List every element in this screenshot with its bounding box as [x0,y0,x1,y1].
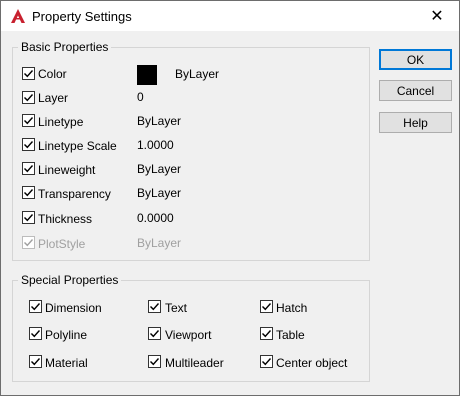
cancel-button-label: Cancel [396,83,435,98]
dimension-checkbox[interactable] [29,300,42,313]
linetype-label: Linetype [38,115,84,129]
checkmark-icon [150,303,160,311]
checkmark-icon [24,214,34,222]
color-checkbox[interactable] [22,67,35,80]
dimension-label: Dimension [45,301,102,315]
help-button-label: Help [403,115,428,130]
special-properties-label: Special Properties [18,273,122,287]
viewport-checkbox[interactable] [148,327,161,340]
thickness-value: 0.0000 [137,211,174,225]
viewport-label: Viewport [165,328,212,342]
center-object-label: Center object [276,356,348,370]
close-button[interactable]: ✕ [415,1,459,31]
hatch-checkbox[interactable] [260,300,273,313]
material-label: Material [45,356,88,370]
color-label: Color [38,67,67,81]
polyline-checkbox[interactable] [29,327,42,340]
linetype-scale-label: Linetype Scale [38,139,117,153]
lineweight-value: ByLayer [137,162,182,176]
checkmark-icon [150,330,160,338]
help-button[interactable]: Help [379,112,452,133]
checkmark-icon [24,141,34,149]
hatch-label: Hatch [276,301,308,315]
checkmark-icon [24,94,34,102]
color-value: ByLayer [175,67,220,81]
material-checkbox[interactable] [29,355,42,368]
checkmark-icon [31,358,41,366]
multileader-label: Multileader [165,356,224,370]
checkmark-icon [24,70,34,78]
layer-value: 0 [137,90,144,104]
color-swatch [137,65,157,85]
cancel-button[interactable]: Cancel [379,80,452,101]
text-checkbox[interactable] [148,300,161,313]
close-icon: ✕ [430,8,444,25]
polyline-label: Polyline [45,328,88,342]
title-bar: Property Settings ✕ [1,1,459,31]
transparency-label: Transparency [38,187,111,201]
transparency-checkbox[interactable] [22,186,35,199]
layer-checkbox[interactable] [22,91,35,104]
multileader-checkbox[interactable] [148,355,161,368]
text-label: Text [165,301,188,315]
thickness-checkbox[interactable] [22,211,35,224]
center-object-checkbox[interactable] [260,355,273,368]
checkmark-icon [262,303,272,311]
thickness-label: Thickness [38,212,93,226]
checkmark-icon [24,239,34,247]
linetype-scale-checkbox[interactable] [22,138,35,151]
ok-button[interactable]: OK [379,49,452,70]
checkmark-icon [262,358,272,366]
transparency-value: ByLayer [137,186,182,200]
table-checkbox[interactable] [260,327,273,340]
linetype-scale-value: 1.0000 [137,138,174,152]
basic-properties-label: Basic Properties [18,40,112,54]
lineweight-checkbox[interactable] [22,162,35,175]
plotstyle-value: ByLayer [137,236,182,250]
checkmark-icon [31,303,41,311]
linetype-value: ByLayer [137,114,182,128]
checkmark-icon [24,165,34,173]
checkmark-icon [150,358,160,366]
ok-button-label: OK [406,52,425,67]
checkmark-icon [31,330,41,338]
checkmark-icon [262,330,272,338]
lineweight-label: Lineweight [38,163,96,177]
plotstyle-label: PlotStyle [38,237,86,251]
table-label: Table [276,328,305,342]
layer-label: Layer [38,91,69,105]
autocad-app-icon [11,9,25,23]
dialog-title: Property Settings [32,9,132,24]
linetype-checkbox[interactable] [22,114,35,127]
property-settings-dialog: Property Settings ✕ Basic Properties Col… [0,0,460,396]
checkmark-icon [24,117,34,125]
checkmark-icon [24,189,34,197]
plotstyle-checkbox [22,236,35,249]
